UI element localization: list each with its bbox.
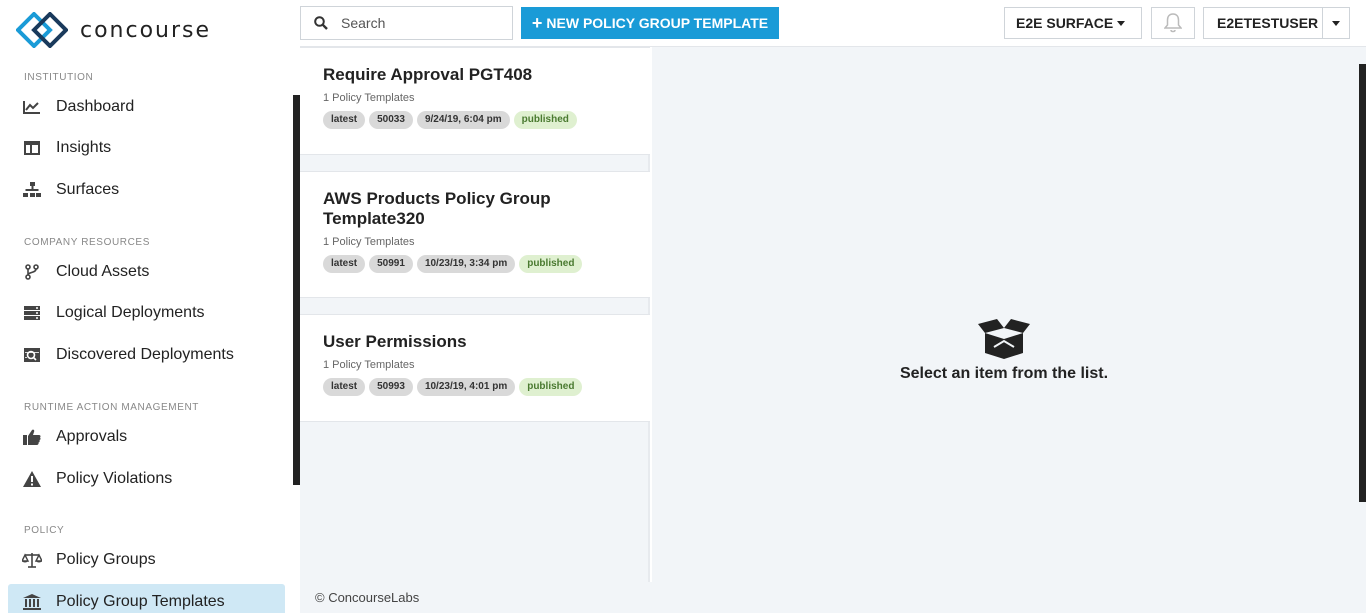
section-label-company-resources: COMPANY RESOURCES [24, 237, 150, 248]
user-menu[interactable]: E2ETESTUSER [1203, 7, 1350, 39]
sidebar-scrollbar[interactable] [293, 95, 300, 485]
version-tag: latest [323, 255, 366, 273]
logical-deployments-icon [22, 303, 42, 323]
id-tag: 50993 [369, 378, 413, 396]
empty-state-message: Select an item from the list. [899, 365, 1109, 382]
scale-icon [22, 550, 42, 570]
main-scrollbar[interactable] [1359, 64, 1366, 502]
sidebar-item-label: Insights [56, 139, 112, 156]
sidebar-item-label: Logical Deployments [56, 304, 205, 321]
template-list: Require Approval PGT408 1 Policy Templat… [300, 47, 650, 582]
section-label-institution: INSTITUTION [24, 72, 94, 83]
thumbs-up-icon [22, 427, 42, 447]
sidebar-item-label: Policy Groups [56, 551, 156, 568]
search-box[interactable] [300, 6, 513, 40]
chevron-down-icon [1117, 20, 1125, 26]
sidebar-item-label: Policy Violations [56, 470, 173, 487]
sidebar-item-approvals[interactable]: Approvals [8, 419, 285, 455]
discovered-deployments-icon [22, 345, 42, 365]
insights-icon [22, 138, 42, 158]
date-tag: 9/24/19, 6:04 pm [416, 111, 510, 129]
card-title: User Permissions [323, 332, 467, 351]
version-tag: latest [323, 111, 366, 129]
sidebar-item-label: Approvals [56, 428, 128, 445]
version-tag: latest [323, 378, 366, 396]
sidebar-item-insights[interactable]: Insights [8, 130, 285, 166]
list-item[interactable]: User Permissions 1 Policy Templates late… [300, 314, 650, 422]
sidebar-item-surfaces[interactable]: Surfaces [8, 172, 285, 208]
app: concourse INSTITUTION Dashboard Insights… [0, 0, 1366, 613]
detail-panel: Select an item from the list. [652, 47, 1366, 582]
card-subtitle: 1 Policy Templates [323, 236, 415, 248]
footer: © ConcourseLabs [300, 582, 1366, 613]
status-badge: published [519, 378, 583, 396]
id-tag: 50033 [369, 111, 413, 129]
open-box-icon [652, 319, 1356, 359]
tag-list: latest 50993 10/23/19, 4:01 pm published [323, 378, 650, 396]
sidebar-item-label: Cloud Assets [56, 263, 150, 280]
card-title: AWS Products Policy Group Template320 [323, 189, 551, 228]
bank-icon [22, 592, 42, 612]
sidebar-item-cloud-assets[interactable]: Cloud Assets [8, 254, 285, 290]
sidebar-item-discovered-deployments[interactable]: Discovered Deployments [8, 337, 285, 373]
brand-name: concourse [80, 17, 212, 43]
bell-icon [1164, 13, 1182, 33]
notifications-button[interactable] [1151, 7, 1195, 39]
sidebar-item-label: Dashboard [56, 98, 135, 115]
search-input[interactable] [341, 15, 501, 31]
card-title: Require Approval PGT408 [323, 65, 533, 84]
tag-list: latest 50991 10/23/19, 3:34 pm published [323, 255, 650, 273]
status-badge: published [519, 255, 583, 273]
topbar: + NEW POLICY GROUP TEMPLATE E2E SURFACE … [300, 0, 1366, 47]
sidebar-item-policy-violations[interactable]: Policy Violations [8, 461, 285, 497]
date-tag: 10/23/19, 4:01 pm [416, 378, 516, 396]
warning-icon [22, 469, 42, 489]
search-icon [301, 16, 341, 30]
status-badge: published [513, 111, 577, 129]
list-item[interactable]: Require Approval PGT408 1 Policy Templat… [300, 47, 650, 155]
sidebar: concourse INSTITUTION Dashboard Insights… [0, 0, 300, 613]
dashboard-icon [22, 97, 42, 117]
new-policy-group-template-button[interactable]: + NEW POLICY GROUP TEMPLATE [521, 7, 779, 39]
new-button-label: NEW POLICY GROUP TEMPLATE [546, 15, 769, 31]
surface-selector[interactable]: E2E SURFACE [1004, 7, 1142, 39]
section-label-runtime-action-management: RUNTIME ACTION MANAGEMENT [24, 402, 200, 413]
plus-icon: + [531, 13, 543, 33]
section-label-policy: POLICY [24, 525, 65, 536]
sidebar-item-policy-groups[interactable]: Policy Groups [8, 542, 285, 578]
surfaces-icon [22, 180, 42, 200]
tag-list: latest 50033 9/24/19, 6:04 pm published [323, 111, 650, 129]
concourse-logo-icon [16, 12, 68, 48]
sidebar-item-label: Policy Group Templates [56, 593, 225, 610]
logo[interactable]: concourse [16, 12, 211, 48]
sidebar-item-label: Discovered Deployments [56, 346, 234, 363]
card-subtitle: 1 Policy Templates [323, 92, 415, 104]
list-item[interactable]: AWS Products Policy Group Template320 1 … [300, 171, 650, 298]
surface-selector-value: E2E SURFACE [1016, 15, 1114, 31]
sidebar-item-label: Surfaces [56, 181, 120, 198]
sidebar-item-policy-group-templates[interactable]: Policy Group Templates [8, 584, 285, 613]
id-tag: 50991 [369, 255, 413, 273]
sidebar-item-dashboard[interactable]: Dashboard [8, 89, 285, 125]
date-tag: 10/23/19, 3:34 pm [416, 255, 516, 273]
card-subtitle: 1 Policy Templates [323, 359, 415, 371]
user-menu-name: E2ETESTUSER [1217, 15, 1319, 31]
cloud-assets-icon [22, 262, 42, 282]
sidebar-item-logical-deployments[interactable]: Logical Deployments [8, 295, 285, 331]
user-menu-toggle[interactable] [1322, 8, 1349, 38]
empty-state: Select an item from the list. [652, 319, 1356, 383]
chevron-down-icon [1332, 20, 1341, 26]
